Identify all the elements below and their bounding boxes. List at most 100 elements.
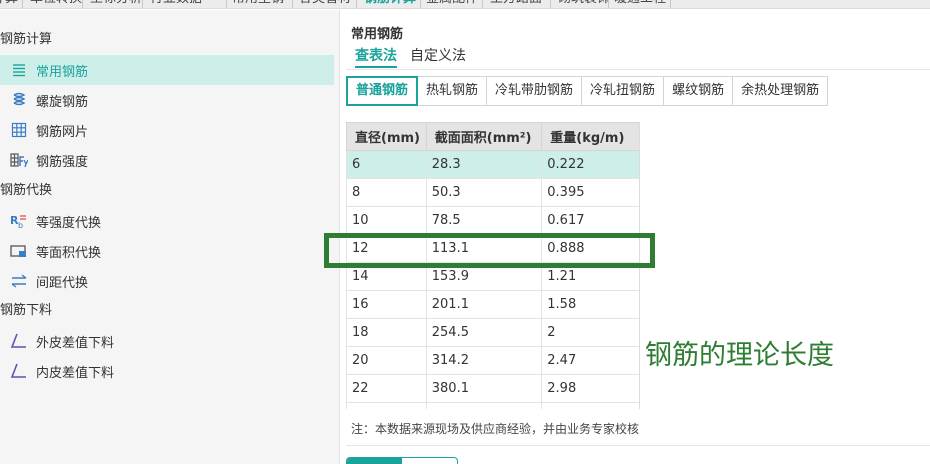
strength-fy-icon xyxy=(10,151,28,169)
spring-coil-icon xyxy=(10,91,28,109)
table-cell: 78.5 xyxy=(425,206,543,235)
note-divider xyxy=(346,445,930,446)
top-tab-separator xyxy=(292,0,293,8)
table-row[interactable]: 18 254.5 2 xyxy=(346,318,639,347)
top-tab-separator xyxy=(356,0,357,8)
rebar-type-tabs: 普通钢筋 热轧钢筋 冷轧带肋钢筋 冷轧扭钢筋 螺纹钢筋 余热处理钢筋 xyxy=(346,76,829,106)
table-row[interactable]: 20 314.2 2.47 xyxy=(346,346,639,375)
sidebar-item-equal-area[interactable]: 等面积代换 xyxy=(0,236,334,266)
top-tab-1[interactable]: 单位转换 xyxy=(30,0,82,8)
sidebar-item-label: 内皮差值下料 xyxy=(36,365,115,381)
data-source-note: 注：本数据来源现场及供应商经验，并由业务专家校核 xyxy=(351,422,640,436)
sidebar-item-common-rebar[interactable]: 常用钢筋 xyxy=(0,55,334,85)
table-cell: 6 xyxy=(346,150,427,179)
table-cell: 201.1 xyxy=(425,290,543,319)
subtab-threaded-rebar[interactable]: 螺纹钢筋 xyxy=(664,76,734,106)
tab-lookup-method[interactable]: 查表法 xyxy=(355,46,397,68)
table-cell: 25 xyxy=(346,402,427,409)
tab-custom-method[interactable]: 自定义法 xyxy=(410,46,466,68)
table-row[interactable]: 22 380.1 2.98 xyxy=(346,374,639,403)
table-cell: 2.98 xyxy=(541,374,639,403)
top-tab-5[interactable]: 各类管材 xyxy=(299,0,351,8)
top-tab-separator xyxy=(608,0,609,8)
rb-subscript-icon: Rb xyxy=(10,212,28,230)
sidebar-item-label: 钢筋强度 xyxy=(36,154,89,170)
subtab-hot-rolled-rebar[interactable]: 热轧钢筋 xyxy=(418,76,488,106)
table-cell: 0.395 xyxy=(541,178,639,207)
column-header-area[interactable]: 截面面积(mm²) xyxy=(425,122,543,151)
top-tab-2[interactable]: 坐标分析 xyxy=(90,0,142,8)
subtab-heat-treated-rebar[interactable]: 余热处理钢筋 xyxy=(733,76,829,106)
annotation-label: 钢筋的理论长度 xyxy=(645,340,834,371)
table-cell: 8 xyxy=(346,178,427,207)
table-cell: 314.2 xyxy=(425,346,543,375)
table-cell: 490.9 xyxy=(425,402,543,409)
table-row[interactable]: 10 78.5 0.617 xyxy=(346,206,639,235)
sidebar-item-rebar-strength[interactable]: 钢筋强度 xyxy=(0,145,334,175)
top-tab-0[interactable]: 计算 xyxy=(0,0,18,8)
top-tab-separator xyxy=(670,0,671,8)
sidebar-item-label: 螺旋钢筋 xyxy=(36,94,89,110)
sidebar-item-equal-strength[interactable]: Rb 等强度代换 xyxy=(0,206,334,236)
top-tab-separator xyxy=(82,0,83,8)
sidebar-item-outer-diff-cutting[interactable]: 外皮差值下料 xyxy=(0,326,334,356)
progress-fill xyxy=(347,458,402,464)
sidebar-item-label: 钢筋网片 xyxy=(36,124,89,140)
table-row[interactable]: 8 50.3 0.395 xyxy=(346,178,639,207)
grid-mesh-icon xyxy=(10,121,28,139)
table-cell: 2.47 xyxy=(541,346,639,375)
table-row[interactable]: 6 28.3 0.222 xyxy=(346,150,639,179)
table-row[interactable]: 16 201.1 1.58 xyxy=(346,290,639,319)
subtab-cold-rolled-ribbed-rebar[interactable]: 冷轧带肋钢筋 xyxy=(487,76,583,106)
page-title: 常用钢筋 xyxy=(351,27,404,42)
table-cell: 10 xyxy=(346,206,427,235)
sidebar: 钢筋计算 常用钢筋 螺旋钢筋 钢筋网片 钢筋强度 钢筋代换 Rb 等强度代换 等… xyxy=(0,10,340,464)
sidebar-item-spiral-rebar[interactable]: 螺旋钢筋 xyxy=(0,85,334,115)
table-cell: 18 xyxy=(346,318,427,347)
subtab-ordinary-rebar[interactable]: 普通钢筋 xyxy=(346,76,419,106)
sidebar-section-rebar-cutting: 钢筋下料 xyxy=(0,303,53,318)
top-tab-separator xyxy=(226,0,227,8)
table-row[interactable]: 25490.93.85 xyxy=(346,402,639,409)
top-tab-9[interactable]: 砌筑装饰 xyxy=(558,0,610,8)
top-tab-6[interactable]: 钢筋计算 xyxy=(364,0,416,8)
top-menu-bar: 计算 单位转换坐标分析行业数据 常用型钢 各类管材 钢筋计算 金属配件 土方路面 砌筑装饰暖通… xyxy=(0,0,930,9)
top-tab-10[interactable]: 暖通工程 xyxy=(614,0,666,8)
column-header-weight[interactable]: 重量(kg/m) xyxy=(541,122,639,151)
sidebar-item-label: 等强度代换 xyxy=(36,215,102,231)
table-cell: 380.1 xyxy=(425,374,543,403)
table-cell: 50.3 xyxy=(425,178,543,207)
top-tab-separator xyxy=(142,0,143,8)
column-header-diameter[interactable]: 直径(mm) xyxy=(346,122,427,151)
table-header-row: 直径(mm) 截面面积(mm²) 重量(kg/m) xyxy=(346,122,639,151)
top-tab-8[interactable]: 土方路面 xyxy=(490,0,542,8)
sidebar-item-label: 外皮差值下料 xyxy=(36,335,115,351)
area-rectangle-icon xyxy=(10,242,28,260)
sidebar-item-spacing-substitution[interactable]: 间距代换 xyxy=(0,266,334,296)
sidebar-item-rebar-mesh[interactable]: 钢筋网片 xyxy=(0,115,334,145)
top-tab-7[interactable]: 金属配件 xyxy=(426,0,478,8)
table-cell: 0.222 xyxy=(541,150,639,179)
top-tab-4[interactable]: 常用型钢 xyxy=(232,0,284,8)
top-tab-separator xyxy=(550,0,551,8)
top-tab-separator xyxy=(22,0,23,8)
sidebar-item-label: 常用钢筋 xyxy=(36,64,89,80)
bent-angle-icon xyxy=(10,362,28,380)
bent-angle-icon xyxy=(10,332,28,350)
swap-arrows-icon xyxy=(10,272,28,290)
table-cell: 28.3 xyxy=(425,150,543,179)
table-cell: 0.617 xyxy=(541,206,639,235)
top-tab-separator xyxy=(420,0,421,8)
top-tab-3[interactable]: 行业数据 xyxy=(150,0,202,8)
table-cell: 22 xyxy=(346,374,427,403)
subtab-cold-rolled-twisted-rebar[interactable]: 冷轧扭钢筋 xyxy=(582,76,665,106)
table-cell: 1.58 xyxy=(541,290,639,319)
top-tab-separator xyxy=(482,0,483,8)
table-cell: 254.5 xyxy=(425,318,543,347)
highlight-box-row-12 xyxy=(324,233,655,268)
sidebar-item-inner-diff-cutting[interactable]: 内皮差值下料 xyxy=(0,356,334,386)
sidebar-item-label: 等面积代换 xyxy=(36,245,102,261)
sidebar-item-label: 间距代换 xyxy=(36,275,89,291)
table-cell: 3.85 xyxy=(541,402,639,409)
svg-text:b: b xyxy=(18,221,23,229)
